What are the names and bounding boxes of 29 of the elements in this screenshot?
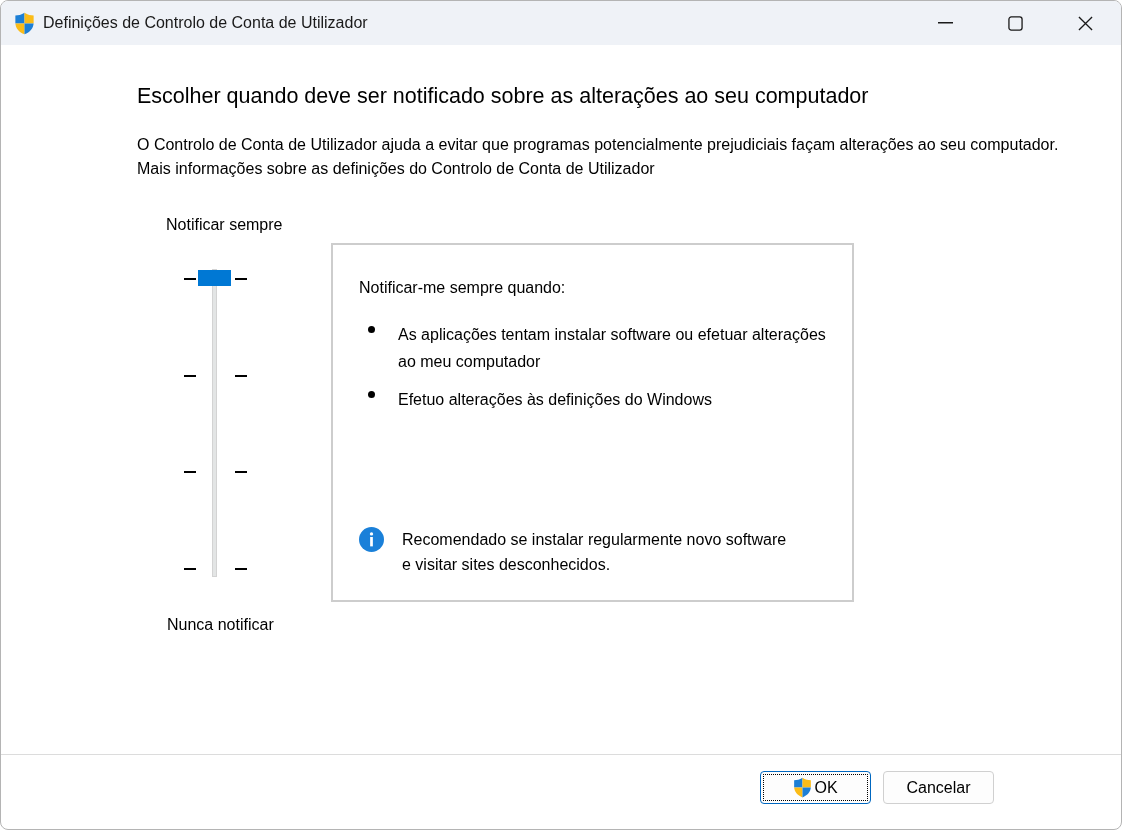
bullet-icon: [368, 326, 375, 333]
window-title: Definições de Controlo de Conta de Utilizador: [43, 14, 368, 32]
close-icon: [1077, 15, 1093, 31]
notification-item: Efetuo alterações às definições do Windows: [398, 390, 712, 410]
tick-mark: [184, 567, 196, 570]
tick-mark: [235, 278, 247, 280]
shield-icon: [14, 11, 35, 35]
slider-top-label: Notificar sempre: [166, 215, 283, 235]
recommendation-text: Recomendado se instalar regularmente novo software e visitar sites desconhecidos.: [402, 530, 787, 575]
panel-heading: Notificar-me sempre quando:: [359, 278, 567, 298]
tick-mark: [235, 471, 247, 474]
shield-icon: [793, 777, 813, 798]
ok-button[interactable]: OK: [760, 771, 871, 804]
tick-mark: [235, 567, 247, 570]
info-icon: [359, 527, 384, 552]
cancel-button[interactable]: Cancelar: [883, 771, 994, 804]
maximize-icon: [1007, 15, 1023, 31]
notification-item: As aplicações tentam instalar software ou efetuar alterações ao meu computador: [398, 325, 827, 372]
tick-mark: [184, 471, 196, 474]
tick-mark: [184, 374, 196, 377]
page-heading: Escolher quando deve ser notificado sobre as alterações ao seu computador: [137, 84, 869, 108]
tick-mark: [184, 278, 196, 280]
minimize-icon: [937, 22, 953, 24]
bullet-icon: [368, 391, 375, 398]
more-info-link[interactable]: Mais informações sobre as definições do Controlo de Conta de Utilizador: [137, 157, 655, 181]
slider-bottom-label: Nunca notificar: [167, 615, 274, 635]
description-text: O Controlo de Conta de Utilizador ajuda a evitar que programas potencialmente prejudiciais façam alterações ao seu computador.: [137, 135, 1059, 155]
tick-mark: [235, 374, 247, 377]
slider-thumb[interactable]: [198, 270, 231, 286]
